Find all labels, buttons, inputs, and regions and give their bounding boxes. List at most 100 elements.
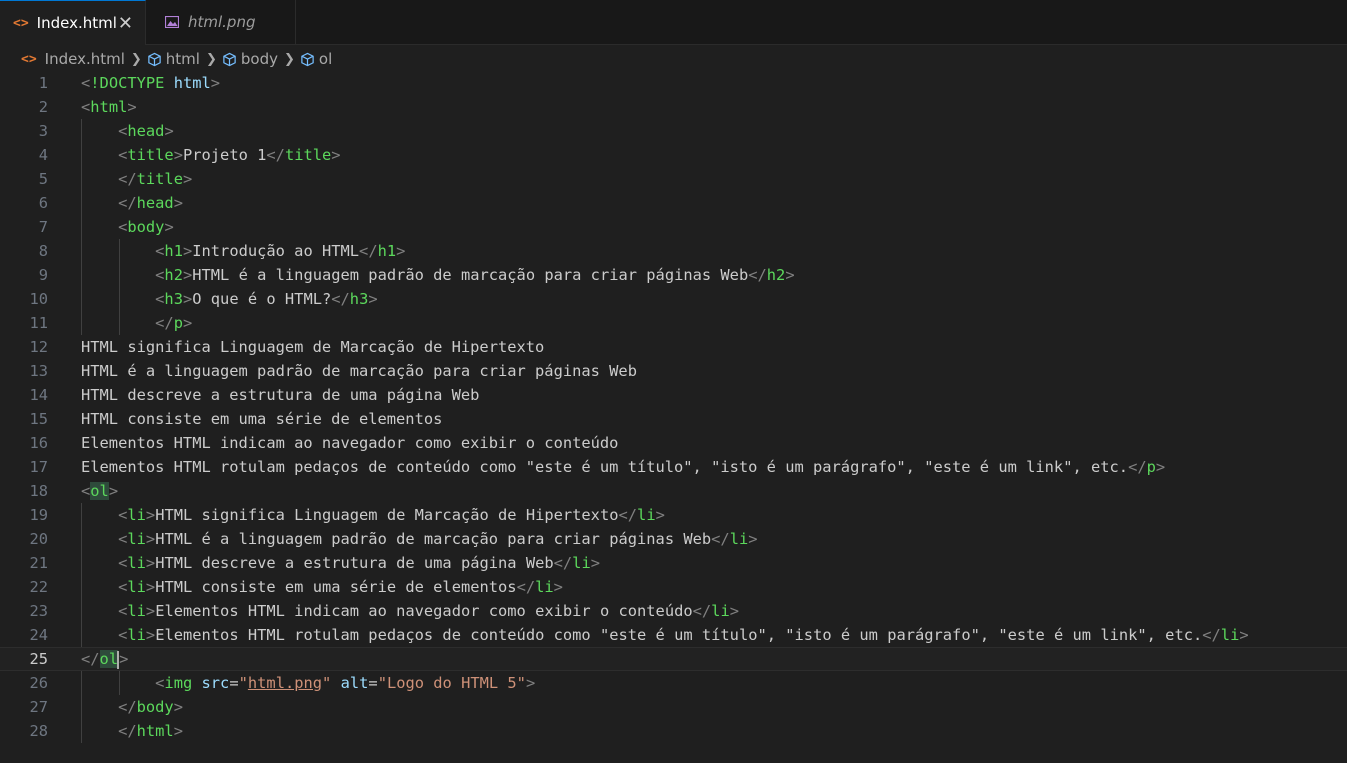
close-icon[interactable]: ✕ <box>118 13 133 34</box>
code-line[interactable]: 7 <body> <box>0 215 1347 239</box>
code-token: li <box>572 554 591 572</box>
tab-html-png[interactable]: html.png <box>146 0 296 44</box>
code-line[interactable]: 10 <h3>O que é o HTML?</h3> <box>0 287 1347 311</box>
code-token: li <box>127 626 146 644</box>
code-token: </ <box>1202 626 1221 644</box>
line-content: <h3>O que é o HTML?</h3> <box>81 287 377 311</box>
line-number: 22 <box>29 578 48 596</box>
code-line[interactable]: 11 </p> <box>0 311 1347 335</box>
line-number: 25 <box>29 650 48 668</box>
code-token: > <box>145 578 156 596</box>
code-token: > <box>108 482 119 500</box>
line-number: 12 <box>29 338 48 356</box>
breadcrumb-item-body[interactable]: body <box>222 50 278 68</box>
code-token: > <box>525 674 536 692</box>
code-token: > <box>145 530 156 548</box>
code-token: head <box>127 122 165 140</box>
code-token: HTML descreve a estrutura de uma página … <box>81 386 480 404</box>
code-token: ol <box>99 650 119 668</box>
code-line[interactable]: 2 <html> <box>0 95 1347 119</box>
line-content: </body> <box>81 695 183 719</box>
code-line[interactable]: 17 Elementos HTML rotulam pedaços de cont… <box>0 455 1347 479</box>
code-line[interactable]: 19 <li>HTML significa Linguagem de Marca… <box>0 503 1347 527</box>
code-line[interactable]: 22 <li>HTML consiste em uma série de ele… <box>0 575 1347 599</box>
breadcrumb-item-ol[interactable]: ol <box>300 50 332 68</box>
code-token: Elementos HTML indicam ao navegador como… <box>155 602 693 620</box>
code-line[interactable]: 14 HTML descreve a estrutura de uma págin… <box>0 383 1347 407</box>
code-token: li <box>1220 626 1240 644</box>
line-content: <li>HTML significa Linguagem de Marcação… <box>81 503 665 527</box>
code-line[interactable]: 18 <ol> <box>0 479 1347 503</box>
code-line[interactable]: 26 <img src="html.png" alt="Logo do HTML… <box>0 671 1347 695</box>
chevron-right-icon: ❯ <box>205 51 217 67</box>
code-token: p <box>173 314 183 332</box>
code-token: > <box>173 146 183 164</box>
code-line[interactable]: 16 Elementos HTML indicam ao navegador co… <box>0 431 1347 455</box>
code-line[interactable]: 3 <head> <box>0 119 1347 143</box>
code-token: </ <box>118 722 137 740</box>
line-content: <li>HTML consiste em uma série de elemen… <box>81 575 563 599</box>
code-line[interactable]: 4 <title>Projeto 1</title> <box>0 143 1347 167</box>
code-token: Introdução ao HTML <box>192 242 360 260</box>
line-content: </head> <box>81 191 183 215</box>
code-line[interactable]: 24 <li>Elementos HTML rotulam pedaços de… <box>0 623 1347 647</box>
code-line[interactable]: 9 <h2>HTML é a linguagem padrão de marca… <box>0 263 1347 287</box>
code-token: > <box>173 194 183 212</box>
code-line[interactable]: 1 <!DOCTYPE html> <box>0 71 1347 95</box>
code-line[interactable]: 15 HTML consiste em uma série de elemento… <box>0 407 1347 431</box>
code-token: </ <box>118 194 137 212</box>
code-token: < <box>118 506 128 524</box>
code-token: </ <box>331 290 350 308</box>
line-number: 16 <box>29 434 48 452</box>
code-token: </ <box>118 698 137 716</box>
code-line[interactable]: 13 HTML é a linguagem padrão de marcação … <box>0 359 1347 383</box>
code-editor[interactable]: 1 <!DOCTYPE html> 2 <html> 3 <head> 4 <title>… <box>0 71 1347 763</box>
code-token: < <box>118 218 128 236</box>
editor-tab-bar: <> Index.html ✕ html.png <box>0 0 1347 45</box>
code-token: HTML é a linguagem padrão de marcação pa… <box>155 530 712 548</box>
breadcrumb-item-file[interactable]: <> Index.html <box>21 50 125 68</box>
line-content: Elementos HTML rotulam pedaços de conteú… <box>81 455 1165 479</box>
code-token: > <box>655 506 665 524</box>
code-line[interactable]: 23 <li>Elementos HTML indicam ao navegad… <box>0 599 1347 623</box>
code-line[interactable]: 20 <li>HTML é a linguagem padrão de marc… <box>0 527 1347 551</box>
line-number: 11 <box>29 314 48 332</box>
code-token: </ <box>155 314 174 332</box>
line-content: HTML é a linguagem padrão de marcação pa… <box>81 359 637 383</box>
code-token: > <box>182 290 193 308</box>
line-number: 28 <box>29 722 48 740</box>
code-line[interactable]: 28 </html> <box>0 719 1347 743</box>
code-line[interactable]: 12 HTML significa Linguagem de Marcação d… <box>0 335 1347 359</box>
code-token: > <box>164 122 174 140</box>
line-content: <body> <box>81 215 174 239</box>
code-token: > <box>553 578 563 596</box>
code-line[interactable]: 25 </ol> <box>0 647 1347 671</box>
code-token: = <box>229 674 239 692</box>
code-token: p <box>1146 458 1156 476</box>
code-token: > <box>145 626 156 644</box>
breadcrumb-item-html[interactable]: html <box>147 50 200 68</box>
code-line[interactable]: 21 <li>HTML descreve a estrutura de uma … <box>0 551 1347 575</box>
code-line[interactable]: 27 </body> <box>0 695 1347 719</box>
line-content: <li>Elementos HTML indicam ao navegador … <box>81 599 739 623</box>
code-token: > <box>182 314 193 332</box>
line-content: </title> <box>81 167 192 191</box>
tab-label: html.png <box>188 13 256 31</box>
code-token: </ <box>618 506 638 524</box>
tab-index-html[interactable]: <> Index.html ✕ <box>0 0 146 45</box>
code-line[interactable]: 8 <h1>Introdução ao HTML</h1> <box>0 239 1347 263</box>
code-line[interactable]: 6 </head> <box>0 191 1347 215</box>
code-line[interactable]: 5 </title> <box>0 167 1347 191</box>
code-token: src <box>201 674 230 692</box>
code-token: "Logo do HTML 5" <box>377 674 526 692</box>
code-token: < <box>118 122 128 140</box>
breadcrumb: <> Index.html ❯ html ❯ body ❯ ol <box>0 45 1347 73</box>
